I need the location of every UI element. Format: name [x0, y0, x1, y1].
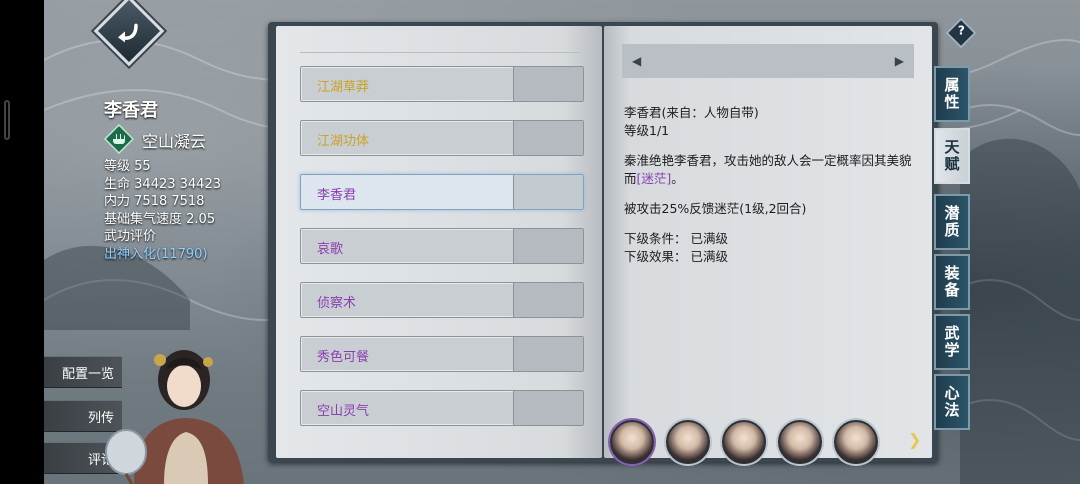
chevron-right-icon[interactable]: ❯ — [908, 430, 921, 449]
skill-row[interactable]: 侦察术 — [300, 282, 584, 318]
stat-value: 2.05 — [186, 211, 216, 227]
stat-row-hp: 生命 34423 34423 — [104, 176, 221, 194]
skill-slot — [513, 391, 583, 425]
skill-row[interactable]: 秀色可餐 — [300, 336, 584, 372]
next-condition-label: 下级条件： — [624, 231, 687, 246]
skill-name: 江湖草莽 — [317, 80, 370, 95]
detail-nav-bar: ◀ ▶ — [622, 44, 914, 78]
stat-label: 生命 — [104, 176, 131, 192]
next-condition-value: 已满级 — [690, 231, 729, 246]
skill-name: 江湖功体 — [317, 134, 370, 149]
skill-slot — [513, 229, 583, 263]
skill-slot — [513, 283, 583, 317]
back-arrow-icon — [118, 23, 138, 43]
desc-text: 。 — [671, 171, 684, 186]
skill-name: 哀歌 — [317, 242, 344, 257]
stat-row-mp: 内力 7518 7518 — [104, 193, 221, 211]
character-name: 李香君 — [104, 100, 158, 121]
talent-book: 江湖草莽江湖功体李香君哀歌侦察术秀色可餐空山灵气 ◀ ▶ 李香君(来自：人物自带… — [268, 22, 938, 464]
stat-label: 等级 — [104, 159, 131, 174]
rating-value[interactable]: 出神入化(11790) — [104, 246, 221, 264]
avatar[interactable] — [778, 420, 822, 464]
character-stats: 等级 55 生命 34423 34423 内力 7518 7518 基础集气速度… — [104, 158, 221, 263]
help-icon: ? — [957, 23, 965, 38]
tab-attributes[interactable]: 属性 — [934, 66, 970, 122]
next-effect-label: 下级效果： — [624, 249, 687, 264]
fist-icon — [104, 124, 134, 154]
character-portrait — [105, 350, 244, 484]
tab-mental-arts[interactable]: 心法 — [934, 374, 970, 430]
status-keyword[interactable]: [迷茫] — [637, 171, 672, 186]
skill-slot — [513, 67, 583, 101]
tab-talents[interactable]: 天赋 — [934, 128, 970, 184]
skill-detail-page: ◀ ▶ 李香君(来自：人物自带) 等级1/1 秦淮绝艳李香君，攻击她的敌人会一定… — [604, 26, 932, 458]
skill-row[interactable]: 空山灵气 — [300, 390, 584, 426]
next-effect-value: 已满级 — [690, 249, 729, 264]
skill-slot — [513, 337, 583, 371]
detail-effect: 被攻击25%反馈迷茫(1级,2回合) — [624, 201, 807, 216]
stat-value: 34423 34423 — [134, 176, 221, 192]
skill-slot — [513, 121, 583, 155]
detail-title: 李香君(来自：人物自带) — [624, 105, 759, 120]
detail-desc: 秦淮绝艳李香君，攻击她的敌人会一定概率因其美貌而[迷茫]。 — [624, 152, 914, 188]
stat-value: 7518 7518 — [134, 194, 205, 209]
rating-label: 武功评价 — [104, 229, 157, 244]
skill-name: 侦察术 — [317, 296, 357, 311]
skill-description: 李香君(来自：人物自带) 等级1/1 秦淮绝艳李香君，攻击她的敌人会一定概率因其… — [624, 104, 914, 278]
avatar[interactable] — [610, 420, 654, 464]
tab-martial-arts[interactable]: 武学 — [934, 314, 970, 370]
sect-name: 空山凝云 — [142, 132, 207, 151]
tab-potential[interactable]: 潜质 — [934, 194, 970, 250]
stat-row-level: 等级 55 — [104, 158, 221, 176]
skill-row[interactable]: 哀歌 — [300, 228, 584, 264]
skill-row[interactable]: 李香君 — [300, 174, 584, 210]
stat-value: 55 — [134, 159, 151, 174]
skill-row[interactable]: 江湖功体 — [300, 120, 584, 156]
skill-name: 秀色可餐 — [317, 350, 370, 365]
stat-label: 内力 — [104, 194, 131, 209]
screen-edge-bar — [0, 0, 44, 484]
notch — [4, 100, 10, 140]
avatar[interactable] — [722, 420, 766, 464]
detail-level: 等级1/1 — [624, 123, 670, 138]
page-divider — [300, 52, 580, 53]
chevron-right-icon[interactable]: ▶ — [895, 54, 904, 68]
stat-row-speed: 基础集气速度 2.05 — [104, 211, 221, 229]
chevron-left-icon[interactable]: ◀ — [632, 54, 641, 68]
stat-label: 基础集气速度 — [104, 211, 183, 227]
skill-slot — [513, 175, 583, 209]
avatar[interactable] — [666, 420, 710, 464]
avatar[interactable] — [834, 420, 878, 464]
skill-name: 李香君 — [317, 188, 357, 203]
skill-list-page: 江湖草莽江湖功体李香君哀歌侦察术秀色可餐空山灵气 — [276, 26, 602, 458]
tab-equipment[interactable]: 装备 — [934, 254, 970, 310]
skill-name: 空山灵气 — [317, 404, 370, 419]
character-switcher: ❯ — [604, 418, 932, 464]
skill-row[interactable]: 江湖草莽 — [300, 66, 584, 102]
